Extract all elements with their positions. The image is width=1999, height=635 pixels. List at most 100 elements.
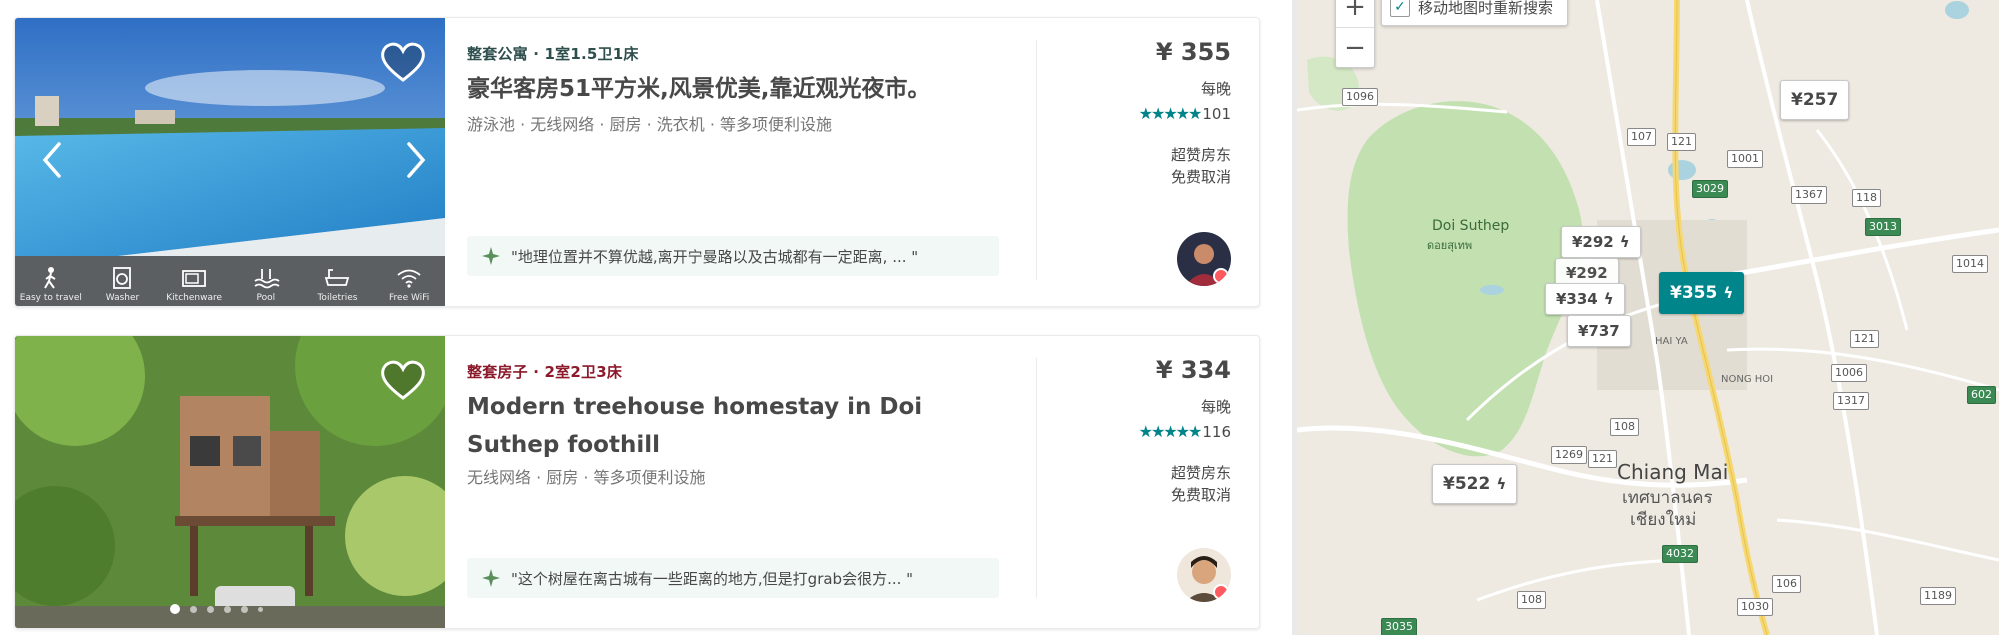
route-shield: 106 bbox=[1772, 575, 1801, 593]
walking-person-icon: Easy to travel bbox=[20, 256, 82, 306]
listing-type: 整套公寓 · 1室1.5卫1床 bbox=[467, 45, 639, 63]
listing-title[interactable]: Modern treehouse homestay in Doi Suthep … bbox=[467, 388, 1007, 464]
superhost-label: 超赞房东 bbox=[1170, 464, 1231, 482]
listing-card[interactable]: Easy to travel Washer Kitchenware Pool T… bbox=[14, 17, 1260, 307]
map-price-marker[interactable]: ¥334 ϟ bbox=[1545, 283, 1625, 315]
listing-photo[interactable]: Easy to travel Washer Kitchenware Pool T… bbox=[15, 18, 445, 306]
route-shield: 3029 bbox=[1692, 180, 1728, 198]
pagination-dot[interactable] bbox=[258, 606, 263, 612]
instant-book-icon: ϟ bbox=[1603, 290, 1614, 308]
instant-book-icon: ϟ bbox=[1723, 284, 1734, 302]
route-shield: 1367 bbox=[1791, 186, 1827, 204]
sparkle-icon bbox=[482, 247, 500, 265]
superhost-label: 超赞房东 bbox=[1170, 146, 1231, 164]
place-label: NONG HOI bbox=[1721, 374, 1774, 385]
route-shield: 108 bbox=[1517, 591, 1546, 609]
listing-photo[interactable] bbox=[15, 336, 445, 628]
route-shield: 121 bbox=[1667, 133, 1696, 151]
nightly-price: ¥ 355 bbox=[1155, 38, 1231, 66]
listing-amenities-summary: 游泳池 · 无线网络 · 厨房 · 洗衣机 · 等多项便利设施 bbox=[467, 115, 833, 134]
route-shield: 118 bbox=[1852, 189, 1881, 207]
listing-info: 整套房子 · 2室2卫3床 Modern treehouse homestay … bbox=[467, 336, 1027, 628]
route-shield: 1269 bbox=[1551, 446, 1587, 464]
divider bbox=[1036, 358, 1037, 598]
map-price-marker-selected[interactable]: ¥355 ϟ bbox=[1659, 272, 1745, 314]
rating: ★★★★★ 101 bbox=[1139, 104, 1231, 123]
route-shield: 602 bbox=[1967, 386, 1996, 404]
star-rating-icon: ★★★★★ bbox=[1138, 104, 1203, 123]
nightly-price: ¥ 334 bbox=[1155, 356, 1231, 384]
map-price-marker[interactable]: ¥522 ϟ bbox=[1432, 464, 1518, 504]
host-avatar[interactable] bbox=[1177, 548, 1231, 602]
listing-type: 整套房子 · 2室2卫3床 bbox=[467, 363, 623, 381]
free-cancellation-label: 免费取消 bbox=[1170, 486, 1231, 504]
bathtub-icon: Toiletries bbox=[307, 256, 367, 306]
listing-info: 整套公寓 · 1室1.5卫1床 豪华客房51平方米,风景优美,靠近观光夜市。 游… bbox=[467, 18, 1027, 306]
zoom-in-button[interactable]: + bbox=[1336, 0, 1374, 28]
divider bbox=[1036, 40, 1037, 280]
washer-icon: Washer bbox=[92, 256, 152, 306]
pool-icon: Pool bbox=[236, 256, 296, 306]
route-shield: 3013 bbox=[1865, 218, 1901, 236]
instant-book-icon: ϟ bbox=[1496, 475, 1507, 493]
place-label: Chiang Mai bbox=[1617, 460, 1729, 484]
route-shield: 107 bbox=[1627, 128, 1656, 146]
listing-amenities-summary: 无线网络 · 厨房 · 等多项便利设施 bbox=[467, 468, 706, 487]
map-price-marker[interactable]: ¥737 bbox=[1567, 315, 1631, 347]
route-shield: 121 bbox=[1850, 330, 1879, 348]
price-column: ¥ 334 每晚 ★★★★★ 116 超赞房东 免费取消 bbox=[1061, 336, 1231, 628]
review-snippet[interactable]: "这个树屋在离古城有一些距离的地方,但是打grab会很方... " bbox=[467, 558, 999, 598]
pagination-dot[interactable] bbox=[241, 605, 248, 613]
route-shield: 108 bbox=[1610, 418, 1639, 436]
map-price-marker[interactable]: ¥257 bbox=[1780, 80, 1850, 120]
route-shield: 1317 bbox=[1833, 392, 1869, 410]
save-heart-icon[interactable] bbox=[379, 358, 427, 402]
review-count: 116 bbox=[1202, 422, 1231, 441]
star-rating-icon: ★★★★★ bbox=[1138, 422, 1203, 441]
map-price-marker[interactable]: ¥292 ϟ bbox=[1561, 226, 1641, 258]
map-zoom-control: + − bbox=[1335, 0, 1375, 68]
rating: ★★★★★ 116 bbox=[1139, 422, 1231, 441]
place-label: HAI YA bbox=[1655, 336, 1688, 347]
save-heart-icon[interactable] bbox=[379, 40, 427, 84]
listing-card[interactable]: 整套房子 · 2室2卫3床 Modern treehouse homestay … bbox=[14, 335, 1260, 629]
listing-results: Easy to travel Washer Kitchenware Pool T… bbox=[0, 0, 1292, 635]
route-shield: 1030 bbox=[1737, 598, 1773, 616]
route-shield: 1189 bbox=[1920, 587, 1956, 605]
previous-photo-icon[interactable] bbox=[37, 138, 67, 182]
pagination-dot[interactable] bbox=[224, 605, 231, 613]
wifi-icon: Free WiFi bbox=[379, 256, 439, 306]
host-avatar[interactable] bbox=[1177, 232, 1231, 286]
host-badges: 超赞房东 免费取消 bbox=[1171, 144, 1231, 188]
pagination-dot[interactable] bbox=[170, 604, 180, 614]
map[interactable]: Doi Suthep ดอยสุเทพ Chiang Mai เทศบาลนคร… bbox=[1297, 0, 1999, 635]
zoom-out-button[interactable]: − bbox=[1336, 28, 1374, 68]
next-photo-icon[interactable] bbox=[401, 138, 431, 182]
per-night-label: 每晚 bbox=[1200, 398, 1231, 416]
route-shield: 121 bbox=[1588, 450, 1617, 468]
route-shield: 1006 bbox=[1831, 364, 1867, 382]
instant-book-icon: ϟ bbox=[1619, 233, 1630, 251]
route-shield: 1001 bbox=[1727, 150, 1763, 168]
review-count: 101 bbox=[1202, 104, 1231, 123]
route-shield: 1096 bbox=[1342, 88, 1378, 106]
pagination-dot[interactable] bbox=[207, 605, 214, 613]
checkbox-checked-icon[interactable]: ✓ bbox=[1390, 0, 1410, 17]
route-shield: 4032 bbox=[1662, 545, 1698, 563]
pagination-dot[interactable] bbox=[190, 605, 197, 613]
microwave-icon: Kitchenware bbox=[164, 256, 224, 306]
price-column: ¥ 355 每晚 ★★★★★ 101 超赞房东 免费取消 bbox=[1061, 18, 1231, 306]
route-shield: 3035 bbox=[1381, 618, 1417, 635]
route-shield: 1014 bbox=[1952, 255, 1988, 273]
sparkle-icon bbox=[482, 569, 500, 587]
free-cancellation-label: 免费取消 bbox=[1170, 168, 1231, 186]
redo-search-toggle[interactable]: ✓ 移动地图时重新搜索 bbox=[1381, 0, 1569, 26]
host-badges: 超赞房东 免费取消 bbox=[1171, 462, 1231, 506]
amenity-strip: Easy to travel Washer Kitchenware Pool T… bbox=[15, 256, 445, 306]
listing-title[interactable]: 豪华客房51平方米,风景优美,靠近观光夜市。 bbox=[467, 70, 1007, 108]
review-snippet[interactable]: "地理位置并不算优越,离开宁曼路以及古城都有一定距离, ... " bbox=[467, 236, 999, 276]
place-label: Doi Suthep bbox=[1432, 218, 1510, 234]
per-night-label: 每晚 bbox=[1200, 80, 1231, 98]
place-label: ดอยสุเทพ bbox=[1427, 239, 1473, 252]
photo-pagination bbox=[170, 604, 263, 614]
